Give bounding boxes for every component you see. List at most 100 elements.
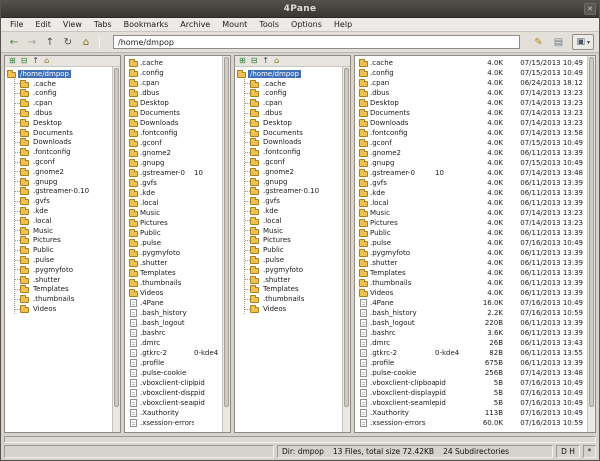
file-row[interactable]: .gstreamer-0 10 4.0K 07/14/2013 13:48 <box>357 168 587 178</box>
file-row[interactable]: .xsession-errors 60.0K 07/16/2013 10:59 <box>357 418 587 428</box>
scrollbar[interactable] <box>342 67 350 432</box>
tree-item[interactable]: .gconf <box>245 157 342 167</box>
file-row[interactable]: Templates 4.0K 06/11/2013 13:39 <box>357 268 587 278</box>
tree-root-item[interactable]: /home/dmpop <box>7 69 112 79</box>
tree-item[interactable]: .gnome2 <box>245 167 342 177</box>
file-row[interactable]: Videos <box>127 288 222 298</box>
tree-item[interactable]: .config <box>245 89 342 99</box>
file-row[interactable]: Documents <box>127 108 222 118</box>
close-button[interactable]: ✕ <box>584 3 596 15</box>
tree-item[interactable]: Downloads <box>245 138 342 148</box>
file-row[interactable]: .vboxclient-seamlesspid 5B 07/16/2013 10:4… <box>357 398 587 408</box>
file-row[interactable]: .fontconfig 4.0K 07/14/2013 13:58 <box>357 128 587 138</box>
tree-up-icon[interactable]: ↑ <box>262 56 269 66</box>
document-icon[interactable]: ▤ <box>550 35 566 50</box>
file-row[interactable]: .dmrc <box>127 338 222 348</box>
titlebar[interactable]: 4Pane ✕ <box>1 1 599 18</box>
collapse-all-icon[interactable]: ⊟ <box>21 56 28 66</box>
file-row[interactable]: .config 4.0K 07/15/2013 10:49 <box>357 68 587 78</box>
file-row[interactable]: .pygmyfoto <box>127 248 222 258</box>
file-row[interactable]: .local 4.0K 06/11/2013 13:39 <box>357 198 587 208</box>
file-row[interactable]: .profile <box>127 358 222 368</box>
back-icon[interactable]: ← <box>6 35 22 50</box>
file-row[interactable]: Documents 4.0K 07/14/2013 13:23 <box>357 108 587 118</box>
collapse-all-icon[interactable]: ⊟ <box>251 56 258 66</box>
menu-item-view[interactable]: View <box>57 19 88 31</box>
tree-item[interactable]: Desktop <box>245 118 342 128</box>
file-row[interactable]: .config <box>127 68 222 78</box>
tree-item[interactable]: Desktop <box>15 118 112 128</box>
file-row[interactable]: .shutter 4.0K 06/11/2013 13:39 <box>357 258 587 268</box>
tree-item[interactable]: .gconf <box>15 157 112 167</box>
file-row[interactable]: .Xauthority <box>127 408 222 418</box>
file-row[interactable]: .bash_history <box>127 308 222 318</box>
file-row[interactable]: .pygmyfoto 4.0K 06/11/2013 13:39 <box>357 248 587 258</box>
file-row[interactable]: .pulse-cookie <box>127 368 222 378</box>
tree-item[interactable]: .gstreamer-0.10 <box>15 187 112 197</box>
file-row[interactable]: Public <box>127 228 222 238</box>
tree-home-icon[interactable]: ⌂ <box>44 56 49 66</box>
tree-item[interactable]: .local <box>15 216 112 226</box>
file-row[interactable]: .dbus 4.0K 07/14/2013 13:23 <box>357 88 587 98</box>
file-row[interactable]: .gnupg <box>127 158 222 168</box>
tree-item[interactable]: .gstreamer-0.10 <box>245 187 342 197</box>
tree-item[interactable]: Templates <box>15 285 112 295</box>
file-row[interactable]: .gtkrc-2 0-kde4 <box>127 348 222 358</box>
file-row[interactable]: .profile 675B 06/11/2013 13:39 <box>357 358 587 368</box>
file-row[interactable]: .xsession-errors <box>127 418 222 428</box>
file-row[interactable]: .dbus <box>127 88 222 98</box>
tree-item[interactable]: Documents <box>15 128 112 138</box>
tree-item[interactable]: .dbus <box>245 108 342 118</box>
up-icon[interactable]: ↑ <box>42 35 58 50</box>
tree-item[interactable]: Documents <box>245 128 342 138</box>
tree-item[interactable]: Pictures <box>15 236 112 246</box>
expand-all-icon[interactable]: ⊞ <box>239 56 246 66</box>
tree-item[interactable]: .dbus <box>15 108 112 118</box>
menu-item-archive[interactable]: Archive <box>174 19 216 31</box>
tree-item[interactable]: .shutter <box>245 275 342 285</box>
file-row[interactable]: .vboxclient-display pid 5B 07/16/2013 10:49 <box>357 388 587 398</box>
display-dropdown-button[interactable]: ▣ ▾ <box>572 34 594 50</box>
file-row[interactable]: Music 4.0K 07/14/2013 13:23 <box>357 208 587 218</box>
file-row[interactable]: Pictures <box>127 218 222 228</box>
tree-item[interactable]: Downloads <box>15 138 112 148</box>
file-row[interactable]: .cache <box>127 58 222 68</box>
tree-item[interactable]: .pygmyfoto <box>245 265 342 275</box>
file-row[interactable]: Music <box>127 208 222 218</box>
tree-item[interactable]: Templates <box>245 285 342 295</box>
file-row[interactable]: .gnupg 4.0K 07/15/2013 10:49 <box>357 158 587 168</box>
scrollbar-thumb[interactable] <box>589 57 594 407</box>
file-row[interactable]: .vboxclient-seamlesspid <box>127 398 222 408</box>
tree-item[interactable]: .gvfs <box>245 196 342 206</box>
tree-item[interactable]: .shutter <box>15 275 112 285</box>
file-row[interactable]: .local <box>127 198 222 208</box>
file-row[interactable]: .bashrc 3.6K 06/11/2013 13:39 <box>357 328 587 338</box>
file-row[interactable]: Downloads <box>127 118 222 128</box>
file-row[interactable]: .bashrc <box>127 328 222 338</box>
tree-item[interactable]: .local <box>245 216 342 226</box>
file-row[interactable]: .cache 4.0K 07/15/2013 10:49 <box>357 58 587 68</box>
tree-item[interactable]: .cache <box>15 79 112 89</box>
file-row[interactable]: .gtkrc-2 0-kde4 82B 06/11/2013 13:55 <box>357 348 587 358</box>
file-row[interactable]: .cpan 4.0K 06/24/2013 18:12 <box>357 78 587 88</box>
file-row[interactable]: .thumbnails 4.0K 06/11/2013 13:39 <box>357 278 587 288</box>
tree-item[interactable]: .gnupg <box>245 177 342 187</box>
file-row[interactable]: .shutter <box>127 258 222 268</box>
tree-item[interactable]: .cpan <box>15 98 112 108</box>
home-icon[interactable]: ⌂ <box>78 35 94 50</box>
file-row[interactable]: .dmrc 26B 06/11/2013 13:43 <box>357 338 587 348</box>
tree-item[interactable]: .gnome2 <box>15 167 112 177</box>
file-row[interactable]: .thumbnails <box>127 278 222 288</box>
scrollbar-thumb[interactable] <box>224 57 229 407</box>
file-row[interactable]: .gconf <box>127 138 222 148</box>
tree-root-item[interactable]: /home/dmpop <box>237 69 342 79</box>
tree-item[interactable]: Pictures <box>245 236 342 246</box>
menu-item-edit[interactable]: Edit <box>29 19 57 31</box>
scrollbar[interactable] <box>587 56 595 432</box>
file-row[interactable]: .kde <box>127 188 222 198</box>
tree-item[interactable]: .gnupg <box>15 177 112 187</box>
file-row[interactable]: .vboxclient-clipboardpid 5B 07/16/2013 10:… <box>357 378 587 388</box>
file-row[interactable]: Desktop <box>127 98 222 108</box>
tree-item[interactable]: Music <box>245 226 342 236</box>
tree-item[interactable]: .kde <box>15 206 112 216</box>
